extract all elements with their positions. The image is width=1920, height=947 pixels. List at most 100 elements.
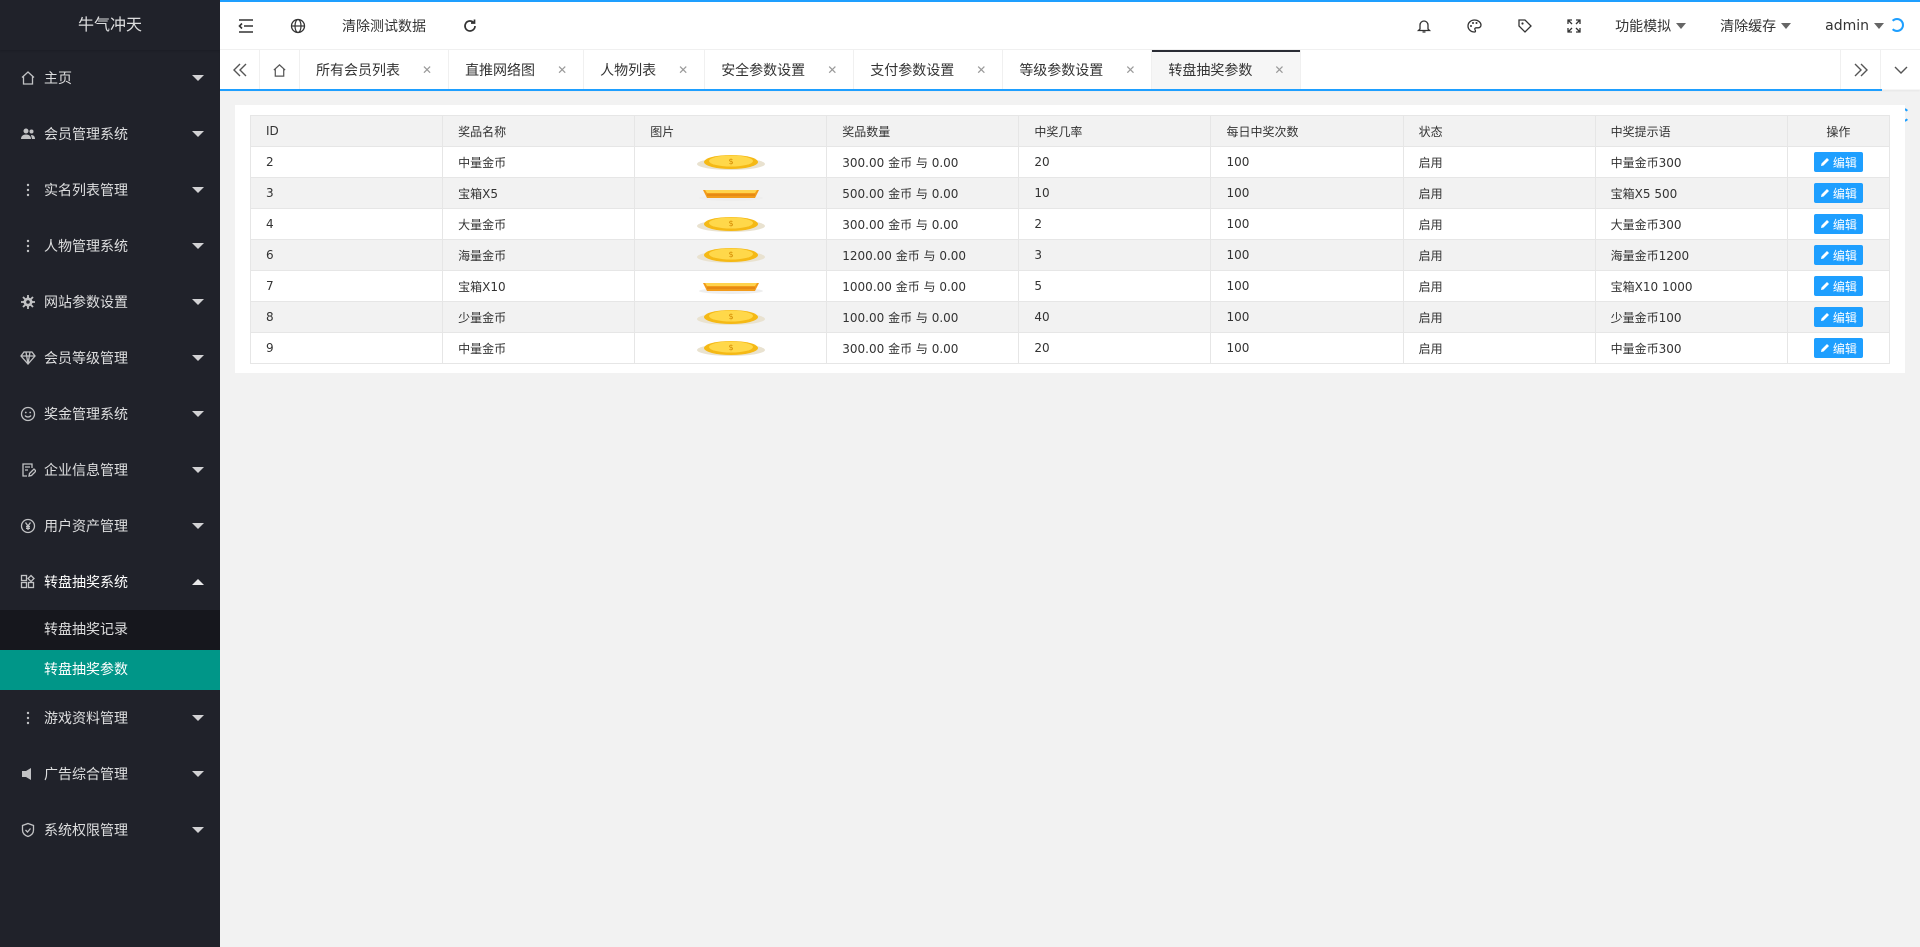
tab[interactable]: 所有会员列表 ✕: [300, 50, 450, 90]
close-icon[interactable]: ✕: [422, 63, 432, 77]
table-cell-image: $: [634, 301, 828, 333]
top-header: 清除测试数据 功能模拟 清除缓存 admin: [220, 0, 1920, 50]
edit-icon: [1820, 158, 1829, 166]
sidebar-subitem[interactable]: 转盘抽奖记录: [0, 610, 220, 650]
table-cell-rate: 40: [1018, 301, 1212, 333]
svg-text:$: $: [728, 157, 733, 166]
table-cell-status: 启用: [1402, 208, 1596, 240]
close-icon[interactable]: ✕: [976, 63, 986, 77]
tab-label: 所有会员列表: [316, 63, 400, 79]
table-cell-actions: 编辑: [1786, 301, 1891, 333]
sidebar-item[interactable]: 会员等级管理: [0, 330, 220, 386]
globe-icon: [290, 18, 306, 33]
sidebar-item[interactable]: 游戏资料管理: [0, 690, 220, 746]
users-icon: [20, 126, 36, 142]
sidebar-item-label: 会员等级管理: [44, 351, 128, 367]
edit-button[interactable]: 编辑: [1813, 152, 1863, 172]
notification-button[interactable]: [1399, 2, 1449, 49]
table-row: 4 大量金币 $300.00 金币 与 0.00 2 100 启用 大量金币300 编辑: [249, 208, 1891, 240]
shield-icon: [20, 822, 36, 838]
tab[interactable]: 安全参数设置 ✕: [705, 50, 855, 90]
edit-button[interactable]: 编辑: [1813, 307, 1863, 327]
caret-up-icon: [192, 579, 204, 585]
sidebar-item[interactable]: 系统权限管理: [0, 802, 220, 858]
page-tabs: 所有会员列表 ✕ 直推网络图 ✕ 人物列表 ✕ 安全参数设置 ✕ 支付参数设置 ✕ 等级参数设置 ✕ 转…: [220, 50, 1920, 90]
table-cell-rate: 20: [1018, 146, 1212, 178]
caret-down-icon: [1874, 22, 1884, 29]
sidebar-item[interactable]: 用户资产管理: [0, 498, 220, 554]
home-icon: [20, 70, 36, 86]
edit-button[interactable]: 编辑: [1813, 338, 1863, 358]
caret-down-icon: [192, 131, 204, 137]
tabs-menu-button[interactable]: [1880, 50, 1920, 90]
table-header-cell: 奖品数量: [826, 115, 1020, 147]
table-cell-tip: 大量金币300: [1594, 208, 1788, 240]
table-cell-name: 中量金币: [442, 146, 636, 178]
edit-button[interactable]: 编辑: [1813, 245, 1863, 265]
clear-cache-dropdown[interactable]: 清除缓存: [1703, 2, 1808, 49]
table-cell-name: 少量金币: [442, 301, 636, 333]
tabs-progress-bar: [220, 89, 1882, 91]
sidebar-item[interactable]: 奖金管理系统: [0, 386, 220, 442]
tabs-scroll-right-button[interactable]: [1840, 50, 1880, 90]
tab[interactable]: 转盘抽奖参数 ✕: [1152, 50, 1302, 90]
tab[interactable]: 支付参数设置 ✕: [854, 50, 1004, 90]
tab[interactable]: 直推网络图 ✕: [449, 50, 585, 90]
sidebar-nav: 主页 会员管理系统 实名列表管理 人物管理系统 网站参数设置 会员等级管理 奖金…: [0, 50, 220, 858]
edit-button[interactable]: 编辑: [1813, 276, 1863, 296]
edit-button[interactable]: 编辑: [1813, 214, 1863, 234]
table-header-cell: ID: [249, 115, 444, 147]
edit-label: 编辑: [1832, 341, 1857, 356]
clear-cache-label: 清除缓存: [1720, 18, 1777, 35]
table-cell-name: 中量金币: [442, 332, 636, 364]
tab[interactable]: 人物列表 ✕: [584, 50, 706, 90]
edit-icon: [1820, 189, 1829, 197]
gold-coin-image: $: [696, 310, 765, 325]
edit-label: 编辑: [1832, 155, 1857, 170]
clear-test-data-button[interactable]: 清除测试数据: [324, 2, 444, 49]
sidebar-item-label: 广告综合管理: [44, 767, 128, 783]
table-cell-id: 8: [249, 301, 444, 333]
caret-down-icon: [192, 467, 204, 473]
website-button[interactable]: [272, 2, 324, 49]
sidebar: 牛气冲天 主页 会员管理系统 实名列表管理 人物管理系统 网站参数设置 会员等级…: [0, 0, 220, 947]
sidebar-item-label: 奖金管理系统: [44, 407, 128, 423]
sidebar-item[interactable]: 企业信息管理: [0, 442, 220, 498]
treasure-image: [698, 283, 763, 294]
close-icon[interactable]: ✕: [1274, 63, 1284, 77]
table-cell-status: 启用: [1402, 177, 1596, 209]
edit-button[interactable]: 编辑: [1813, 183, 1863, 203]
tab[interactable]: 等级参数设置 ✕: [1003, 50, 1153, 90]
close-icon[interactable]: ✕: [827, 63, 837, 77]
fullscreen-button[interactable]: [1550, 2, 1598, 49]
table-cell-actions: 编辑: [1786, 270, 1891, 302]
theme-button[interactable]: [1449, 2, 1500, 49]
sidebar-item[interactable]: 转盘抽奖系统: [0, 554, 220, 610]
tabs-scroll-left-button[interactable]: [220, 50, 260, 90]
table-cell-id: 3: [249, 177, 444, 209]
edit-label: 编辑: [1832, 310, 1857, 325]
feature-sim-dropdown[interactable]: 功能模拟: [1598, 2, 1703, 49]
refresh-button[interactable]: [444, 2, 496, 49]
close-icon[interactable]: ✕: [557, 63, 567, 77]
sidebar-item[interactable]: 人物管理系统: [0, 218, 220, 274]
sidebar-item[interactable]: 主页: [0, 50, 220, 106]
close-icon[interactable]: ✕: [1125, 63, 1135, 77]
tab-home[interactable]: [260, 50, 300, 90]
edit-label: 编辑: [1832, 248, 1857, 263]
caret-down-icon: [192, 355, 204, 361]
sidebar-item[interactable]: 网站参数设置: [0, 274, 220, 330]
toggle-sidebar-button[interactable]: [220, 2, 272, 49]
table-cell-qty: 500.00 金币 与 0.00: [826, 177, 1020, 209]
note-button[interactable]: [1500, 2, 1550, 49]
table-cell-actions: 编辑: [1786, 208, 1891, 240]
sidebar-subitem[interactable]: 转盘抽奖参数: [0, 650, 220, 690]
table-cell-status: 启用: [1402, 239, 1596, 271]
sidebar-item[interactable]: 广告综合管理: [0, 746, 220, 802]
svg-text:$: $: [728, 343, 733, 352]
sidebar-item[interactable]: 会员管理系统: [0, 106, 220, 162]
sidebar-item-label: 游戏资料管理: [44, 711, 128, 727]
caret-down-icon: [192, 187, 204, 193]
sidebar-item[interactable]: 实名列表管理: [0, 162, 220, 218]
close-icon[interactable]: ✕: [678, 63, 688, 77]
